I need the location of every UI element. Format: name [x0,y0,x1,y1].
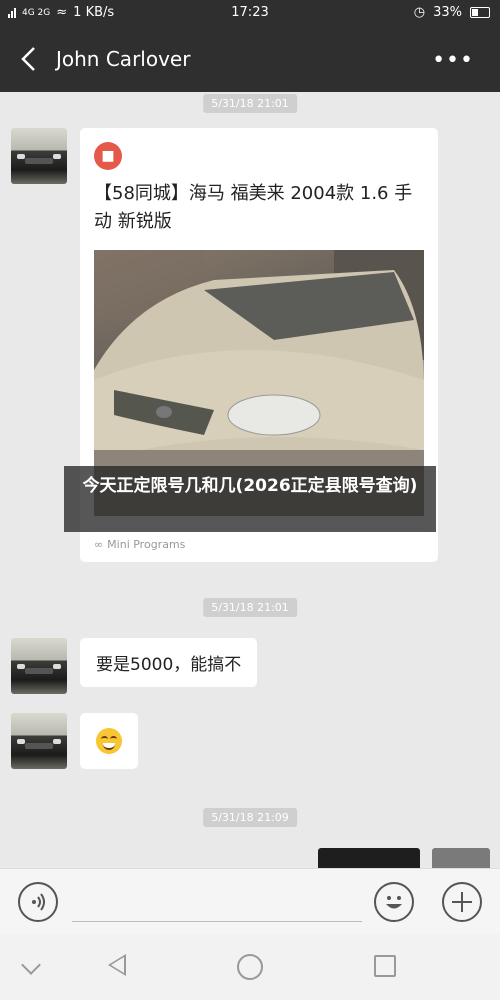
grin-emoji [96,728,122,754]
avatar[interactable] [11,713,67,769]
contact-name[interactable]: John Carlover [56,47,190,71]
avatar[interactable] [11,128,67,184]
plus-icon[interactable] [442,882,482,922]
more-dots-icon[interactable]: ••• [432,48,474,73]
timestamp: 5/31/18 21:01 [203,94,297,113]
58-app-icon: ■ [94,142,122,170]
voice-icon[interactable] [18,882,58,922]
alarm-icon: ◷ [413,5,426,20]
emoji-icon[interactable] [374,882,414,922]
message-input[interactable] [72,921,362,922]
chevron-left-icon[interactable] [14,44,44,74]
system-nav-bar [0,934,500,1000]
input-bar [0,868,500,935]
chat-header: John Carlover ••• [0,26,500,92]
avatar[interactable] [11,638,67,694]
mini-programs-footer: ∞ Mini Programs [91,528,424,551]
mini-programs-label: Mini Programs [107,538,186,551]
chevron-down-icon[interactable] [21,955,41,975]
emoji-message[interactable] [80,713,138,769]
overlay-caption: 今天正定限号几和几(2026正定县限号查询) [64,466,436,532]
home-circle-icon[interactable] [237,954,263,980]
recent-apps-icon[interactable] [374,955,396,977]
status-bar: 4G 2G ≈ 1 KB/s 17:23 ◷ 33% [0,0,500,26]
mini-program-icon: ∞ [94,538,104,551]
timestamp: 5/31/18 21:01 [203,598,297,617]
message-preview-image[interactable] [318,848,420,868]
text-message[interactable]: 要是5000，能搞不 [80,638,258,687]
battery-icon [470,7,490,18]
avatar[interactable] [432,848,490,868]
battery-percent: 33% [433,5,462,20]
card-title: 【58同城】海马 福美来 2004款 1.6 手动 新锐版 [94,183,413,232]
timestamp: 5/31/18 21:09 [203,808,297,827]
back-triangle-icon[interactable] [108,954,126,976]
